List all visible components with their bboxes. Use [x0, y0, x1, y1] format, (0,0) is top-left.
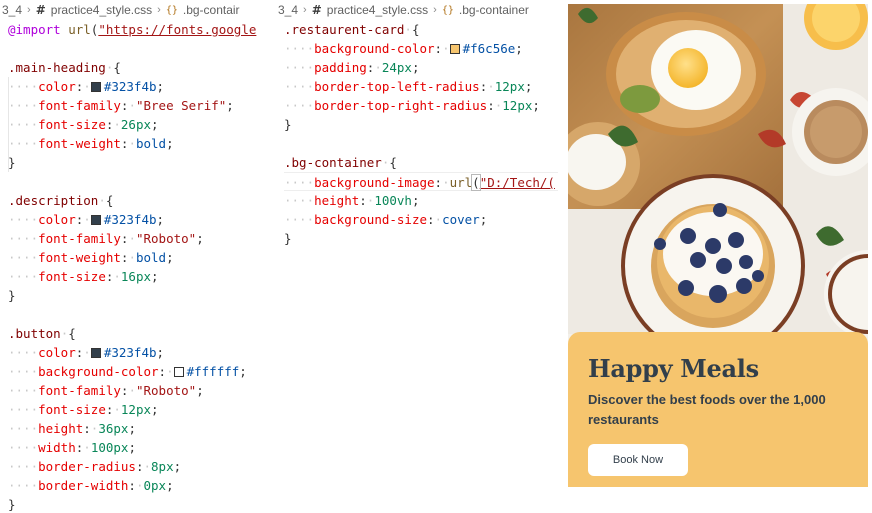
- code-line[interactable]: ····border-top-left-radius:·12px;: [284, 77, 558, 96]
- code-line[interactable]: ····padding:·24px;: [284, 58, 558, 77]
- editor-pane-middle[interactable]: 3_4 › # practice4_style.css › {} .bg-con…: [276, 0, 558, 513]
- code-line[interactable]: }: [8, 286, 258, 305]
- breadcrumb: 3_4 › # practice4_style.css › {} .bg-con…: [276, 0, 558, 20]
- browser-preview: Happy Meals Discover the best foods over…: [568, 4, 868, 487]
- hash-icon: #: [35, 3, 46, 17]
- code-line[interactable]: ····border-radius:·8px;: [8, 457, 258, 476]
- code-line[interactable]: }: [284, 229, 558, 248]
- code-line[interactable]: }: [284, 115, 558, 134]
- code-line[interactable]: [8, 172, 258, 191]
- code-line[interactable]: @import url("https://fonts.google: [8, 20, 258, 39]
- color-swatch[interactable]: [90, 82, 101, 92]
- color-swatch[interactable]: [90, 348, 101, 358]
- code-line[interactable]: ····font-size:·16px;: [8, 267, 258, 286]
- code-line[interactable]: ····font-family:·"Roboto";: [8, 381, 258, 400]
- code-line[interactable]: .restaurent-card·{: [284, 20, 558, 39]
- css-rule-icon: {}: [441, 4, 454, 16]
- breadcrumb-file[interactable]: practice4_style.css: [327, 3, 428, 17]
- color-swatch[interactable]: [173, 367, 184, 377]
- breadcrumb: 3_4 › # practice4_style.css › {} .bg-con…: [0, 0, 258, 20]
- code-line[interactable]: ····height:·36px;: [8, 419, 258, 438]
- book-now-button[interactable]: Book Now: [588, 444, 688, 476]
- breadcrumb-symbol[interactable]: .bg-container: [459, 3, 529, 17]
- breadcrumb-symbol[interactable]: .bg-contair: [183, 3, 240, 17]
- breadcrumb-file[interactable]: practice4_style.css: [51, 3, 152, 17]
- code-line-active[interactable]: ····background-image:·url("D:/Tech/(: [284, 172, 558, 191]
- chevron-right-icon: ›: [303, 4, 307, 16]
- hash-icon: #: [311, 3, 322, 17]
- code-line[interactable]: ····font-size:·26px;: [8, 115, 258, 134]
- code-line[interactable]: .main-heading·{: [8, 58, 258, 77]
- code-line[interactable]: ····font-size:·12px;: [8, 400, 258, 419]
- code-editor[interactable]: .restaurent-card·{ ····background-color:…: [276, 20, 558, 248]
- code-line[interactable]: ····border-top-right-radius:·12px;: [284, 96, 558, 115]
- code-line[interactable]: ····font-family:·"Roboto";: [8, 229, 258, 248]
- code-line[interactable]: ····color:· #323f4b;: [8, 77, 258, 96]
- code-line[interactable]: }: [8, 495, 258, 513]
- food-background-image: [568, 4, 868, 334]
- description: Discover the best foods over the 1,000 r…: [588, 392, 826, 427]
- code-line[interactable]: ····font-family:·"Bree Serif";: [8, 96, 258, 115]
- color-swatch[interactable]: [90, 215, 101, 225]
- code-line[interactable]: }: [8, 153, 258, 172]
- breadcrumb-folder[interactable]: 3_4: [278, 3, 298, 17]
- code-line[interactable]: ····color:· #323f4b;: [8, 343, 258, 362]
- chevron-right-icon: ›: [433, 4, 437, 16]
- code-line[interactable]: [8, 39, 258, 58]
- code-line[interactable]: ····background-size:·cover;: [284, 210, 558, 229]
- code-line[interactable]: ····border-width:·0px;: [8, 476, 258, 495]
- code-line[interactable]: ····font-weight:·bold;: [8, 134, 258, 153]
- code-line[interactable]: ····font-weight:·bold;: [8, 248, 258, 267]
- chevron-right-icon: ›: [27, 4, 31, 16]
- breadcrumb-folder[interactable]: 3_4: [2, 3, 22, 17]
- chevron-right-icon: ›: [157, 4, 161, 16]
- code-line[interactable]: .button·{: [8, 324, 258, 343]
- code-line[interactable]: ····color:· #323f4b;: [8, 210, 258, 229]
- code-line[interactable]: ····width:·100px;: [8, 438, 258, 457]
- editor-pane-left[interactable]: 3_4 › # practice4_style.css › {} .bg-con…: [0, 0, 258, 513]
- code-line[interactable]: [8, 305, 258, 324]
- css-rule-icon: {}: [165, 4, 178, 16]
- code-line[interactable]: ····background-color:· #ffffff;: [8, 362, 258, 381]
- code-line[interactable]: [284, 134, 558, 153]
- code-editor[interactable]: @import url("https://fonts.google .main-…: [0, 20, 258, 513]
- code-line[interactable]: ····background-color:· #f6c56e;: [284, 39, 558, 58]
- color-swatch[interactable]: [449, 44, 460, 54]
- code-line[interactable]: ····height:·100vh;: [284, 191, 558, 210]
- code-line[interactable]: .bg-container·{: [284, 153, 558, 172]
- main-heading: Happy Meals: [588, 354, 759, 383]
- code-line[interactable]: .description·{: [8, 191, 258, 210]
- restaurant-card: Happy Meals Discover the best foods over…: [568, 332, 868, 487]
